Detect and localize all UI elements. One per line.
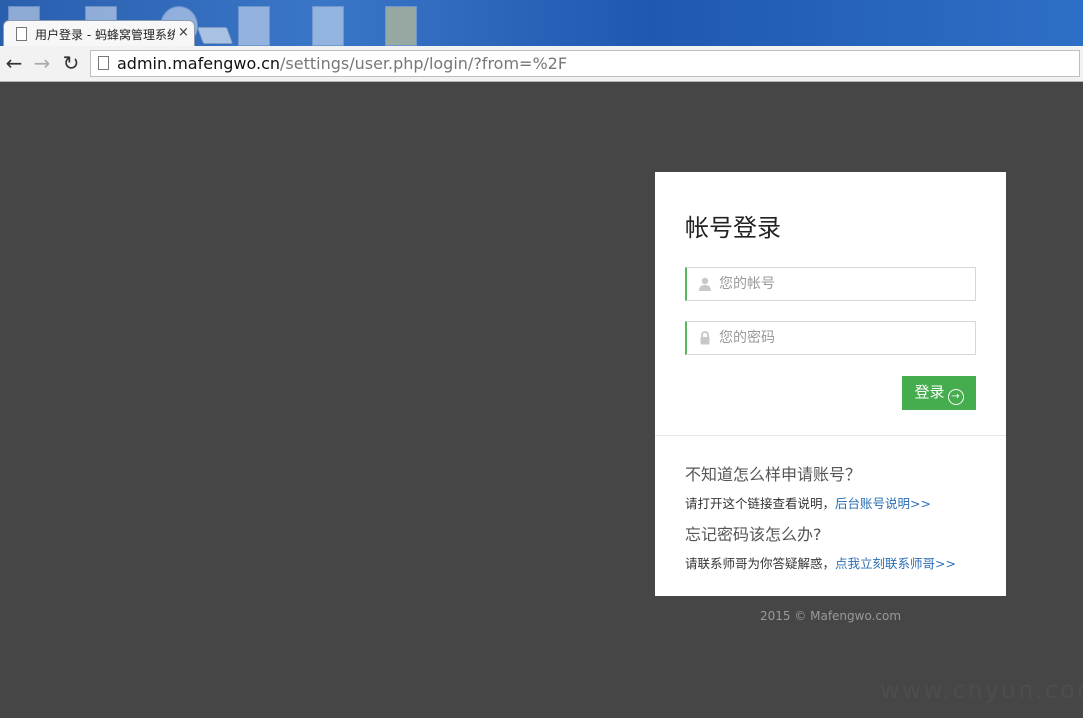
close-icon[interactable]: × (178, 25, 189, 40)
tab-bar: 用户登录 - 蚂蜂窝管理系统 × (0, 0, 1083, 46)
account-guide-link[interactable]: 后台账号说明>> (835, 496, 931, 511)
tab-title: 用户登录 - 蚂蜂窝管理系统 (35, 28, 175, 42)
back-arrow-icon[interactable]: ← (2, 51, 26, 75)
url-host: admin.mafengwo.cn (117, 54, 280, 73)
forward-arrow-icon[interactable]: → (30, 51, 54, 75)
divider (655, 435, 1006, 436)
help-answer-text: 请打开这个链接查看说明， (685, 496, 836, 511)
desktop-icon (312, 6, 344, 46)
url-path: /settings/user.php/login/?from=%2F (280, 54, 568, 73)
browser-chrome: 用户登录 - 蚂蜂窝管理系统 × ← → ↻ admin.mafengwo.cn… (0, 0, 1083, 82)
login-button[interactable]: 登录 → (902, 376, 976, 410)
help-answer-apply: 请打开这个链接查看说明，后台账号说明>> (685, 493, 931, 512)
password-field[interactable] (685, 321, 976, 355)
help-question-forgot: 忘记密码该怎么办? (685, 525, 822, 544)
login-card: 帐号登录 登录→ 不知道怎么样申请账号？ 请打开这个链接查看说明，后台账号说明>… (655, 172, 1006, 596)
login-button-label: 登录 (914, 383, 945, 401)
watermark: www.cnyun.com (880, 676, 1083, 704)
page-title: 帐号登录 (685, 214, 781, 242)
desktop-icon (238, 6, 270, 46)
copyright: 2015 © Mafengwo.com (759, 609, 902, 623)
password-input[interactable] (719, 322, 969, 354)
account-input[interactable] (719, 268, 969, 300)
help-question-apply: 不知道怎么样申请账号？ (685, 465, 862, 484)
browser-tab[interactable]: 用户登录 - 蚂蜂窝管理系统 × (3, 20, 195, 46)
desktop-icon (385, 6, 417, 46)
page-icon (16, 27, 27, 41)
arrow-right-circle-icon: → (947, 389, 964, 405)
reload-icon[interactable]: ↻ (59, 51, 83, 75)
new-tab-button[interactable] (196, 27, 234, 44)
account-field[interactable] (685, 267, 976, 301)
contact-link[interactable]: 点我立刻联系师哥>> (835, 556, 956, 571)
lock-icon (700, 331, 710, 345)
user-icon (699, 277, 711, 291)
help-answer-text: 请联系师哥为你答疑解惑， (685, 556, 836, 571)
help-answer-forgot: 请联系师哥为你答疑解惑，点我立刻联系师哥>> (685, 553, 956, 572)
address-bar[interactable]: admin.mafengwo.cn/settings/user.php/logi… (90, 50, 1080, 77)
page-icon (98, 56, 109, 70)
browser-toolbar: ← → ↻ admin.mafengwo.cn/settings/user.ph… (0, 46, 1083, 82)
url-text[interactable]: admin.mafengwo.cn/settings/user.php/logi… (117, 54, 567, 73)
